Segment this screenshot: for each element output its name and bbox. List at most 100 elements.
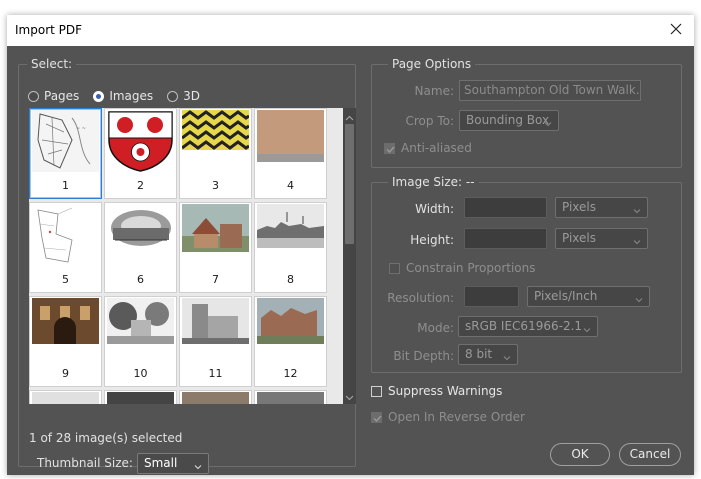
crop-to-label: Crop To: <box>405 114 455 128</box>
thumbnail-item[interactable]: 5 <box>29 202 102 293</box>
partial-image-icon <box>182 392 249 404</box>
tree-engraving-icon <box>107 298 174 360</box>
chevron-down-icon <box>544 117 552 127</box>
cancel-button[interactable]: Cancel <box>619 443 681 466</box>
selection-status: 1 of 28 image(s) selected <box>29 431 183 445</box>
antialiased-label: Anti-aliased <box>401 141 472 155</box>
select-mode-radios: Pages Images 3D <box>28 88 214 104</box>
height-unit-value: Pixels <box>562 231 597 245</box>
chevron-down-icon <box>503 351 511 361</box>
select-legend: Select: <box>27 57 77 72</box>
resolution-label: Resolution: <box>387 291 454 305</box>
thumbnail-size-label: Thumbnail Size: <box>37 456 133 470</box>
scrollbar-thumb[interactable] <box>345 124 354 244</box>
radio-3d[interactable]: 3D <box>167 89 200 103</box>
tower-engraving-icon <box>182 298 249 360</box>
width-unit-value: Pixels <box>562 200 597 214</box>
thumbnail-item[interactable]: ~ ~ 1 <box>29 108 102 199</box>
shield-crest-icon <box>107 110 174 172</box>
chevron-down-icon <box>633 235 641 245</box>
resolution-unit-dropdown[interactable]: Pixels/Inch <box>527 286 650 307</box>
suppress-warnings-label: Suppress Warnings <box>388 384 503 398</box>
constrain-proportions-box[interactable] <box>389 262 400 274</box>
map-sketch-icon: ~ ~ <box>32 110 99 172</box>
thumbnail-item[interactable]: 11 <box>179 296 252 387</box>
thumbnail-number: 11 <box>208 367 223 380</box>
width-field[interactable] <box>464 197 547 218</box>
radio-pages-label: Pages <box>44 89 80 103</box>
thumbnail-scrollbar[interactable] <box>343 108 356 404</box>
thumbnail-item[interactable]: 12 <box>254 296 327 387</box>
mode-label: Mode: <box>417 321 454 335</box>
thumbnail-item-partial[interactable] <box>179 390 252 404</box>
thumbnail-item[interactable]: 4 <box>254 108 327 199</box>
thumbnail-item[interactable]: 3 <box>179 108 252 199</box>
reverse-order-label: Open In Reverse Order <box>388 410 525 424</box>
bit-depth-dropdown[interactable]: 8 bit <box>458 344 518 365</box>
engraving-arch-icon <box>107 204 174 266</box>
partial-image-icon <box>107 392 174 404</box>
thumbnail-item-partial[interactable] <box>29 390 102 404</box>
reverse-order-checkbox[interactable]: Open In Reverse Order <box>371 410 525 424</box>
height-field[interactable] <box>464 228 547 249</box>
suppress-warnings-checkbox[interactable]: Suppress Warnings <box>371 384 502 398</box>
radio-images-dot[interactable] <box>93 90 105 102</box>
thumbnail-item[interactable]: 2 <box>104 108 177 199</box>
constrain-proportions-checkbox[interactable]: Constrain Proportions <box>389 261 536 275</box>
height-unit-dropdown[interactable]: Pixels <box>555 228 648 249</box>
thumbnail-item[interactable]: 6 <box>104 202 177 293</box>
bit-depth-label: Bit Depth: <box>393 349 454 363</box>
scroll-up-icon[interactable] <box>345 112 354 121</box>
thumbnail-item[interactable]: 10 <box>104 296 177 387</box>
reverse-order-box[interactable] <box>371 411 382 423</box>
thumbnail-item[interactable]: 9 <box>29 296 102 387</box>
radio-pages-dot[interactable] <box>28 90 39 102</box>
resolution-unit-value: Pixels/Inch <box>534 289 598 303</box>
chevron-pattern-icon <box>182 110 249 172</box>
mode-dropdown[interactable]: sRGB IEC61966-2.1 <box>458 316 598 337</box>
thumbnail-grid: ~ ~ 1 2 3 4 5 6 7 8 9 10 11 12 <box>29 108 343 404</box>
scroll-down-icon[interactable] <box>345 391 354 401</box>
thumbnail-item[interactable]: 8 <box>254 202 327 293</box>
ok-button[interactable]: OK <box>550 443 610 466</box>
thumbnail-number: 8 <box>287 273 294 286</box>
thumbnail-item[interactable]: 7 <box>179 202 252 293</box>
radio-3d-label: 3D <box>183 89 201 103</box>
bit-depth-value: 8 bit <box>465 347 493 361</box>
line-map-icon <box>32 204 99 266</box>
mode-value: sRGB IEC61966-2.1 <box>465 319 583 333</box>
thumbnail-size-dropdown[interactable]: Small <box>137 453 209 474</box>
crop-to-value: Bounding Box <box>466 113 550 127</box>
thumbnail-item-partial[interactable] <box>104 390 177 404</box>
height-label: Height: <box>410 233 454 247</box>
radio-images[interactable]: Images <box>93 89 153 103</box>
thumbnail-number: 1 <box>62 179 69 192</box>
image-size-group: Image Size: -- Width: Pixels Height: Pix… <box>371 175 682 373</box>
suppress-warnings-box[interactable] <box>371 385 382 397</box>
title-bar: Import PDF <box>7 15 694 46</box>
radio-pages[interactable]: Pages <box>28 89 79 103</box>
chevron-down-icon <box>194 460 202 470</box>
thumbnail-item-partial[interactable] <box>254 390 327 404</box>
resolution-field[interactable] <box>464 286 519 307</box>
tan-swatch-icon <box>257 110 324 172</box>
close-icon[interactable] <box>668 21 684 37</box>
thumbnail-number: 3 <box>212 179 219 192</box>
harbour-panorama-icon <box>257 204 324 266</box>
radio-3d-dot[interactable] <box>167 90 179 102</box>
antialiased-checkbox-box[interactable] <box>384 142 395 154</box>
name-field[interactable]: Southampton Old Town Walk.p <box>459 80 641 101</box>
page-options-legend: Page Options <box>388 57 476 72</box>
ruins-illustration-icon <box>257 298 324 360</box>
antialiased-checkbox[interactable]: Anti-aliased <box>384 141 472 155</box>
chevron-down-icon <box>583 323 591 333</box>
width-unit-dropdown[interactable]: Pixels <box>555 197 648 218</box>
thumbnail-number: 7 <box>212 273 219 286</box>
width-label: Width: <box>415 202 454 216</box>
partial-image-icon <box>257 392 324 404</box>
thumbnail-number: 12 <box>283 367 298 380</box>
crop-to-dropdown[interactable]: Bounding Box <box>459 110 559 131</box>
thumbnail-number: 4 <box>287 179 294 192</box>
select-group: Select: Pages Images 3D ~ ~ 1 2 3 4 5 6 … <box>18 57 356 474</box>
house-illustration-icon <box>182 204 249 266</box>
